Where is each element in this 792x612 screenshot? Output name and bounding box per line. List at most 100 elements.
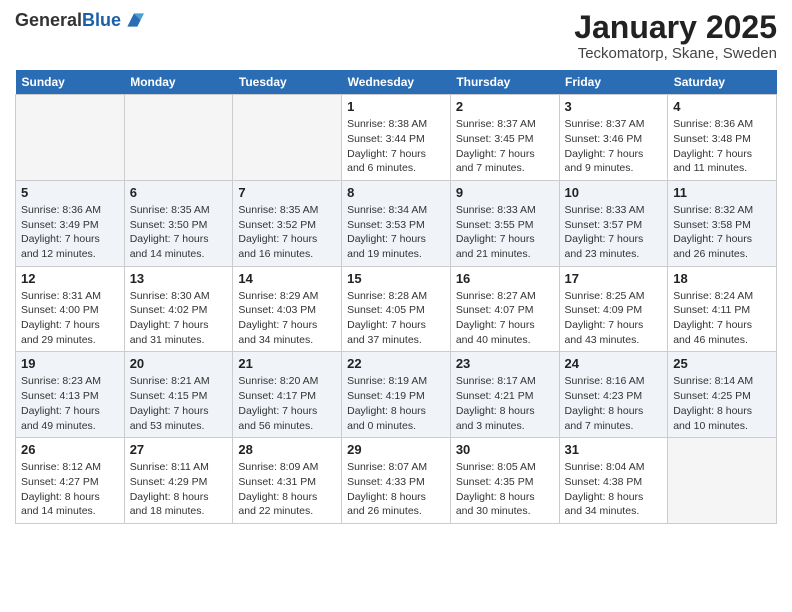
table-cell: 30 Sunrise: 8:05 AMSunset: 4:35 PMDayligh… <box>450 438 559 524</box>
col-thursday: Thursday <box>450 70 559 95</box>
table-cell: 27 Sunrise: 8:11 AMSunset: 4:29 PMDayligh… <box>124 438 233 524</box>
table-cell: 21 Sunrise: 8:20 AMSunset: 4:17 PMDayligh… <box>233 352 342 438</box>
day-number: 18 <box>673 271 771 286</box>
day-number: 20 <box>130 356 228 371</box>
day-info: Sunrise: 8:04 AMSunset: 4:38 PMDaylight:… <box>565 460 663 519</box>
day-number: 29 <box>347 442 445 457</box>
title-area: January 2025 Teckomatorp, Skane, Sweden <box>574 10 777 62</box>
day-number: 7 <box>238 185 336 200</box>
col-tuesday: Tuesday <box>233 70 342 95</box>
day-info: Sunrise: 8:34 AMSunset: 3:53 PMDaylight:… <box>347 203 445 262</box>
table-cell: 14 Sunrise: 8:29 AMSunset: 4:03 PMDayligh… <box>233 266 342 352</box>
day-info: Sunrise: 8:23 AMSunset: 4:13 PMDaylight:… <box>21 374 119 433</box>
logo-icon <box>124 10 144 30</box>
week-row-4: 19 Sunrise: 8:23 AMSunset: 4:13 PMDayligh… <box>16 352 777 438</box>
table-cell: 5 Sunrise: 8:36 AMSunset: 3:49 PMDaylight… <box>16 180 125 266</box>
day-number: 23 <box>456 356 554 371</box>
day-number: 15 <box>347 271 445 286</box>
day-info: Sunrise: 8:31 AMSunset: 4:00 PMDaylight:… <box>21 289 119 348</box>
day-number: 30 <box>456 442 554 457</box>
day-number: 19 <box>21 356 119 371</box>
table-cell: 1Sunrise: 8:38 AMSunset: 3:44 PMDaylight… <box>342 95 451 181</box>
day-number: 16 <box>456 271 554 286</box>
subtitle: Teckomatorp, Skane, Sweden <box>574 45 777 62</box>
table-cell: 4 Sunrise: 8:36 AMSunset: 3:48 PMDaylight… <box>668 95 777 181</box>
table-cell: 26Sunrise: 8:12 AMSunset: 4:27 PMDayligh… <box>16 438 125 524</box>
day-info: Sunrise: 8:19 AMSunset: 4:19 PMDaylight:… <box>347 374 445 433</box>
day-number: 4 <box>673 99 771 114</box>
day-info: Sunrise: 8:09 AMSunset: 4:31 PMDaylight:… <box>238 460 336 519</box>
month-title: January 2025 <box>574 10 777 45</box>
day-number: 6 <box>130 185 228 200</box>
table-cell: 24Sunrise: 8:16 AMSunset: 4:23 PMDayligh… <box>559 352 668 438</box>
day-info: Sunrise: 8:07 AMSunset: 4:33 PMDaylight:… <box>347 460 445 519</box>
logo-general: GeneralBlue <box>15 11 121 31</box>
day-number: 22 <box>347 356 445 371</box>
day-info: Sunrise: 8:36 AMSunset: 3:49 PMDaylight:… <box>21 203 119 262</box>
table-cell: 25 Sunrise: 8:14 AMSunset: 4:25 PMDayligh… <box>668 352 777 438</box>
day-info: Sunrise: 8:30 AMSunset: 4:02 PMDaylight:… <box>130 289 228 348</box>
day-info: Sunrise: 8:16 AMSunset: 4:23 PMDaylight:… <box>565 374 663 433</box>
table-cell: 31 Sunrise: 8:04 AMSunset: 4:38 PMDayligh… <box>559 438 668 524</box>
day-number: 26 <box>21 442 119 457</box>
day-number: 31 <box>565 442 663 457</box>
table-cell: 9Sunrise: 8:33 AMSunset: 3:55 PMDaylight… <box>450 180 559 266</box>
logo: GeneralBlue <box>15 10 144 32</box>
table-cell: 15 Sunrise: 8:28 AMSunset: 4:05 PMDayligh… <box>342 266 451 352</box>
table-cell: 13 Sunrise: 8:30 AMSunset: 4:02 PMDayligh… <box>124 266 233 352</box>
day-number: 10 <box>565 185 663 200</box>
table-cell <box>233 95 342 181</box>
day-info: Sunrise: 8:35 AMSunset: 3:52 PMDaylight:… <box>238 203 336 262</box>
week-row-1: 1Sunrise: 8:38 AMSunset: 3:44 PMDaylight… <box>16 95 777 181</box>
day-info: Sunrise: 8:11 AMSunset: 4:29 PMDaylight:… <box>130 460 228 519</box>
week-row-5: 26Sunrise: 8:12 AMSunset: 4:27 PMDayligh… <box>16 438 777 524</box>
day-number: 14 <box>238 271 336 286</box>
table-cell: 22 Sunrise: 8:19 AMSunset: 4:19 PMDayligh… <box>342 352 451 438</box>
day-info: Sunrise: 8:28 AMSunset: 4:05 PMDaylight:… <box>347 289 445 348</box>
day-number: 3 <box>565 99 663 114</box>
day-number: 8 <box>347 185 445 200</box>
day-info: Sunrise: 8:33 AMSunset: 3:57 PMDaylight:… <box>565 203 663 262</box>
day-info: Sunrise: 8:29 AMSunset: 4:03 PMDaylight:… <box>238 289 336 348</box>
day-info: Sunrise: 8:14 AMSunset: 4:25 PMDaylight:… <box>673 374 771 433</box>
table-cell: 20 Sunrise: 8:21 AMSunset: 4:15 PMDayligh… <box>124 352 233 438</box>
day-info: Sunrise: 8:21 AMSunset: 4:15 PMDaylight:… <box>130 374 228 433</box>
day-number: 27 <box>130 442 228 457</box>
table-cell: 6 Sunrise: 8:35 AMSunset: 3:50 PMDaylight… <box>124 180 233 266</box>
table-cell: 29 Sunrise: 8:07 AMSunset: 4:33 PMDayligh… <box>342 438 451 524</box>
col-friday: Friday <box>559 70 668 95</box>
table-cell: 23 Sunrise: 8:17 AMSunset: 4:21 PMDayligh… <box>450 352 559 438</box>
day-number: 12 <box>21 271 119 286</box>
day-number: 13 <box>130 271 228 286</box>
table-cell <box>16 95 125 181</box>
day-info: Sunrise: 8:27 AMSunset: 4:07 PMDaylight:… <box>456 289 554 348</box>
page-container: GeneralBlue January 2025 Teckomatorp, Sk… <box>0 0 792 534</box>
table-cell: 7 Sunrise: 8:35 AMSunset: 3:52 PMDaylight… <box>233 180 342 266</box>
day-info: Sunrise: 8:33 AMSunset: 3:55 PMDaylight:… <box>456 203 554 262</box>
day-info: Sunrise: 8:25 AMSunset: 4:09 PMDaylight:… <box>565 289 663 348</box>
day-info: Sunrise: 8:20 AMSunset: 4:17 PMDaylight:… <box>238 374 336 433</box>
day-number: 2 <box>456 99 554 114</box>
day-info: Sunrise: 8:35 AMSunset: 3:50 PMDaylight:… <box>130 203 228 262</box>
day-info: Sunrise: 8:32 AMSunset: 3:58 PMDaylight:… <box>673 203 771 262</box>
day-info: Sunrise: 8:37 AMSunset: 3:46 PMDaylight:… <box>565 117 663 176</box>
day-number: 25 <box>673 356 771 371</box>
day-info: Sunrise: 8:36 AMSunset: 3:48 PMDaylight:… <box>673 117 771 176</box>
day-number: 21 <box>238 356 336 371</box>
table-cell <box>124 95 233 181</box>
table-cell: 18Sunrise: 8:24 AMSunset: 4:11 PMDayligh… <box>668 266 777 352</box>
col-monday: Monday <box>124 70 233 95</box>
calendar-header-row: Sunday Monday Tuesday Wednesday Thursday… <box>16 70 777 95</box>
day-info: Sunrise: 8:17 AMSunset: 4:21 PMDaylight:… <box>456 374 554 433</box>
table-cell: 19 Sunrise: 8:23 AMSunset: 4:13 PMDayligh… <box>16 352 125 438</box>
day-number: 1 <box>347 99 445 114</box>
table-cell: 8 Sunrise: 8:34 AMSunset: 3:53 PMDaylight… <box>342 180 451 266</box>
day-number: 5 <box>21 185 119 200</box>
day-number: 17 <box>565 271 663 286</box>
table-cell: 16 Sunrise: 8:27 AMSunset: 4:07 PMDayligh… <box>450 266 559 352</box>
col-sunday: Sunday <box>16 70 125 95</box>
day-info: Sunrise: 8:05 AMSunset: 4:35 PMDaylight:… <box>456 460 554 519</box>
day-number: 28 <box>238 442 336 457</box>
header: GeneralBlue January 2025 Teckomatorp, Sk… <box>15 10 777 62</box>
table-cell: 28 Sunrise: 8:09 AMSunset: 4:31 PMDayligh… <box>233 438 342 524</box>
